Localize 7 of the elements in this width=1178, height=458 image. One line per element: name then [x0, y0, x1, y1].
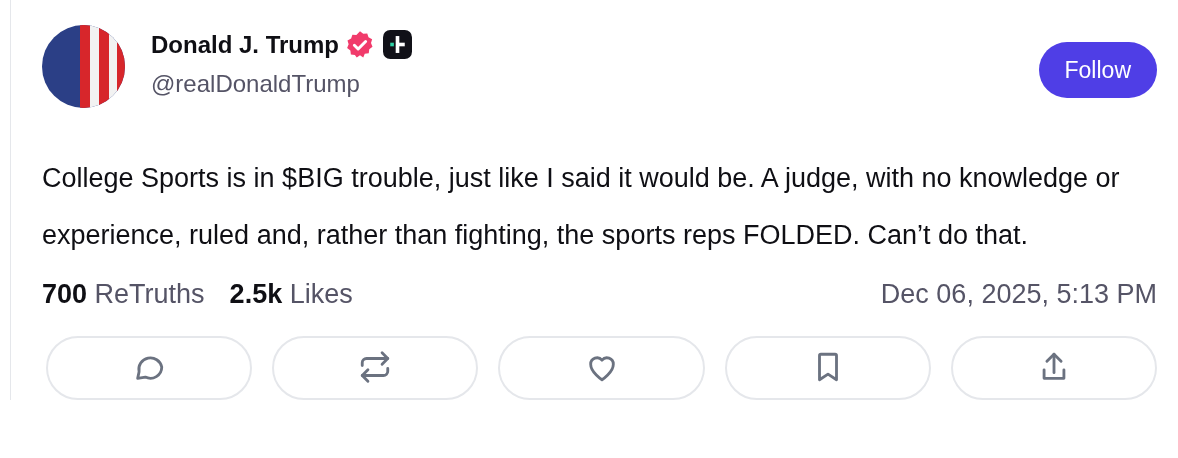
timestamp: Dec 06, 2025, 5:13 PM	[880, 279, 1157, 310]
stat-count[interactable]: 2.5k Likes	[229, 279, 353, 310]
author-name[interactable]: Donald J. Trump	[151, 31, 339, 59]
post-text: College Sports is in $BIG trouble, just like I said it would be. A judge, with no knowledge or experience, ruled and, rather than fighting, the sports reps FOLDED. Can’t do that.	[42, 162, 1121, 252]
follow-button[interactable]: Follow	[1038, 42, 1157, 98]
author-handle[interactable]: @realDonaldTrump	[151, 70, 1039, 98]
stat-count[interactable]: 700 ReTruths	[42, 279, 205, 310]
